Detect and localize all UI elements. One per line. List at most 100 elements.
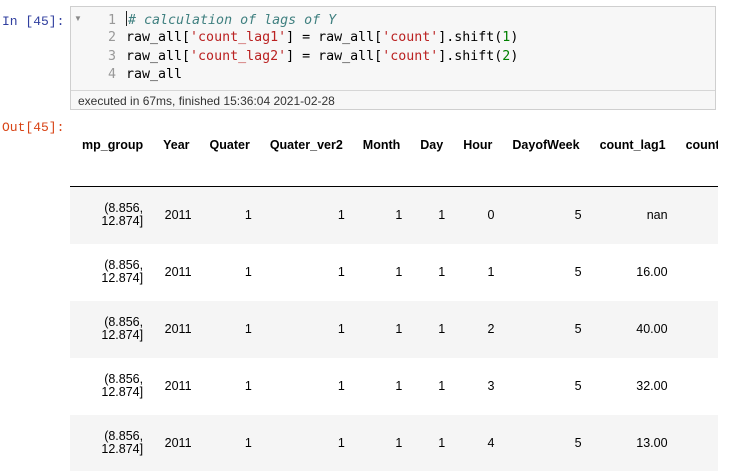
table-cell: 1 <box>244 208 252 223</box>
table-cell: 2011 <box>164 379 192 393</box>
output-dataframe[interactable]: mp_group Year Quater Quater_ver2 Month Day Hou… <box>70 128 718 471</box>
code-token: raw_all[ <box>126 48 191 64</box>
column-header: Quater <box>209 138 250 152</box>
cell-text: (8.856, <box>104 372 144 386</box>
table-cell: 3 <box>487 379 495 393</box>
triangle-down-icon[interactable]: ▼ <box>74 14 82 24</box>
table-cell: nan <box>674 244 718 301</box>
header-row: mp_group Year Quater Quater_ver2 Month Day Hou… <box>70 128 718 187</box>
table-cell: (8.856, 12.874] <box>70 187 151 244</box>
table-row: (8.856,12.874] 2011 1 1 1 1 2 5 40.00 16.00 <box>70 300 718 358</box>
code-line[interactable]: 1 # calculation of lags of Y <box>84 11 704 29</box>
table-cell: 1 <box>337 265 345 279</box>
table-cell: 2011 <box>164 436 192 450</box>
line-number: 2 <box>107 30 116 46</box>
cell-text: (8.856, <box>104 315 144 329</box>
table-cell: 1 <box>487 265 495 279</box>
cell-text: 12.874] <box>101 214 144 229</box>
column-header: Quater_ver2 <box>269 138 343 152</box>
table-row: (8.856,12.874] 2011 1 1 1 1 4 5 13.00 32.00 <box>70 414 718 471</box>
table-cell: 1 <box>244 379 252 393</box>
table-cell: 1 <box>438 208 446 223</box>
table-row: (8.856,12.874] 2011 1 1 1 1 3 5 32.00 40.00 <box>70 358 718 415</box>
column-header: DayofWeek <box>512 138 580 152</box>
table-cell: 1 <box>337 436 345 450</box>
column-header: mp_group <box>82 138 144 152</box>
table-row: (8.856,12.874] 2011 1 1 1 1 1 5 16.00 nan <box>70 244 718 301</box>
code-line[interactable]: 2 raw_all['count_lag1'] = raw_all['count'… <box>84 29 704 47</box>
table-cell: 1 <box>395 436 403 450</box>
output-prompt: Out[45]: <box>2 120 65 135</box>
table-cell: 1 <box>438 322 446 336</box>
table-cell: 2011 <box>164 208 192 223</box>
table-row: (8.856,12.874] 2011 1 1 1 1 0 5 nannan <box>70 186 718 244</box>
code-token: 'count' <box>382 30 439 46</box>
table-cell: 1 <box>395 208 403 223</box>
code-token: ].shift( <box>438 30 503 46</box>
code-token: ) <box>510 30 519 46</box>
code-line[interactable]: 3 raw_all['count_lag2'] = raw_all['count'… <box>84 48 704 66</box>
table-cell: (8.856, 12.874] <box>70 301 151 358</box>
table-cell: 1 <box>337 208 345 223</box>
code-token: raw_all[ <box>126 30 191 46</box>
line-number: 3 <box>107 48 116 64</box>
table-cell: 1 <box>438 436 446 450</box>
code-token: ) <box>510 48 519 64</box>
table-cell: 1 <box>438 265 446 279</box>
line-number: 4 <box>107 66 116 82</box>
table-cell: 1 <box>438 379 446 393</box>
table-cell: 5 <box>574 322 582 336</box>
table-cell: 1 <box>395 379 403 393</box>
cell-text: 12.874] <box>101 271 144 285</box>
table-cell: 0 <box>487 208 495 223</box>
execution-info: executed in 67ms, finished 15:36:04 2021… <box>78 94 335 108</box>
table-cell: 1 <box>337 379 345 393</box>
column-header: count_lag2 <box>685 138 718 152</box>
table-cell: 40.00 <box>636 322 668 336</box>
code-token: 'count' <box>382 48 439 64</box>
table-cell: 16.00 <box>674 301 718 358</box>
table-cell: 32.00 <box>674 415 718 471</box>
code-token: ] = raw_all[ <box>286 30 383 46</box>
table-cell: 5 <box>574 379 582 393</box>
code-token: 'count_lag1' <box>190 30 287 46</box>
table-cell: 2011 <box>164 322 192 336</box>
cell-text: (8.856, <box>104 429 144 443</box>
code-token: ] = raw_all[ <box>286 48 383 64</box>
table-cell: 5 <box>574 208 582 223</box>
table-cell: 40.00 <box>674 358 718 415</box>
table-cell: 1 <box>244 265 252 279</box>
cell-text: 12.874] <box>101 442 144 456</box>
column-header: Day <box>420 138 444 152</box>
text-cursor <box>126 11 127 26</box>
table-cell: 13.00 <box>636 436 668 450</box>
table-cell: (8.856, 12.874] <box>70 244 151 301</box>
column-header: Month <box>362 138 401 152</box>
code-token: # calculation of lags of Y <box>128 13 337 28</box>
code-token: ].shift( <box>438 48 503 64</box>
table-cell: nan <box>646 208 668 223</box>
execution-divider <box>71 90 715 91</box>
table-cell: 1 <box>244 322 252 336</box>
code-editor[interactable]: 1 # calculation of lags of Y 2 raw_all['cou… <box>84 11 704 84</box>
table-body: (8.856,12.874]2011111105nannan(8.856,12.… <box>70 186 718 471</box>
table-cell: (8.856, 12.874] <box>70 358 151 415</box>
code-token: raw_all <box>126 66 183 82</box>
cell-text: 12.874] <box>101 328 144 342</box>
table-cell: nan <box>674 187 718 244</box>
cell-text: (8.856, <box>104 201 144 216</box>
cell-text: 12.874] <box>101 385 144 399</box>
code-line[interactable]: 4 raw_all <box>84 66 704 84</box>
table-cell: 1 <box>395 265 403 279</box>
table-cell: 1 <box>395 322 403 336</box>
code-token: 'count_lag2' <box>190 48 287 64</box>
line-number: 1 <box>107 13 116 28</box>
column-header: Year <box>163 138 190 152</box>
table-cell: 4 <box>487 436 495 450</box>
column-header: count_lag1 <box>599 138 666 152</box>
table-cell: 32.00 <box>636 379 668 393</box>
table-cell: 5 <box>574 265 582 279</box>
table-cell: 2 <box>487 322 495 336</box>
table-cell: 5 <box>574 436 582 450</box>
column-header: Hour <box>463 138 493 152</box>
